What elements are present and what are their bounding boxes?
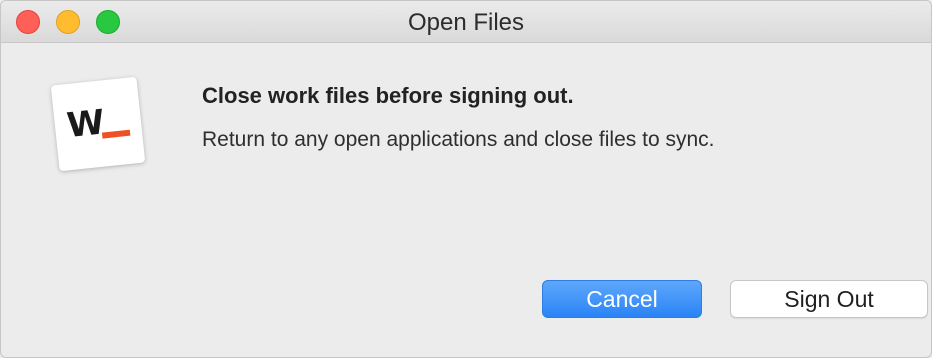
dialog-window: Open Files W Close work files before sig… [0,0,932,358]
title-bar[interactable]: Open Files [1,1,931,43]
dialog-headline: Close work files before signing out. [202,83,574,108]
sign-out-button[interactable]: Sign Out [730,280,928,318]
w-app-icon: W [50,76,146,172]
app-icon-letter: W [64,102,106,147]
app-icon-accent-dash [101,129,131,139]
dialog-message: Return to any open applications and clos… [202,128,715,151]
window-title: Open Files [407,9,525,36]
cancel-button[interactable]: Cancel [542,280,702,318]
